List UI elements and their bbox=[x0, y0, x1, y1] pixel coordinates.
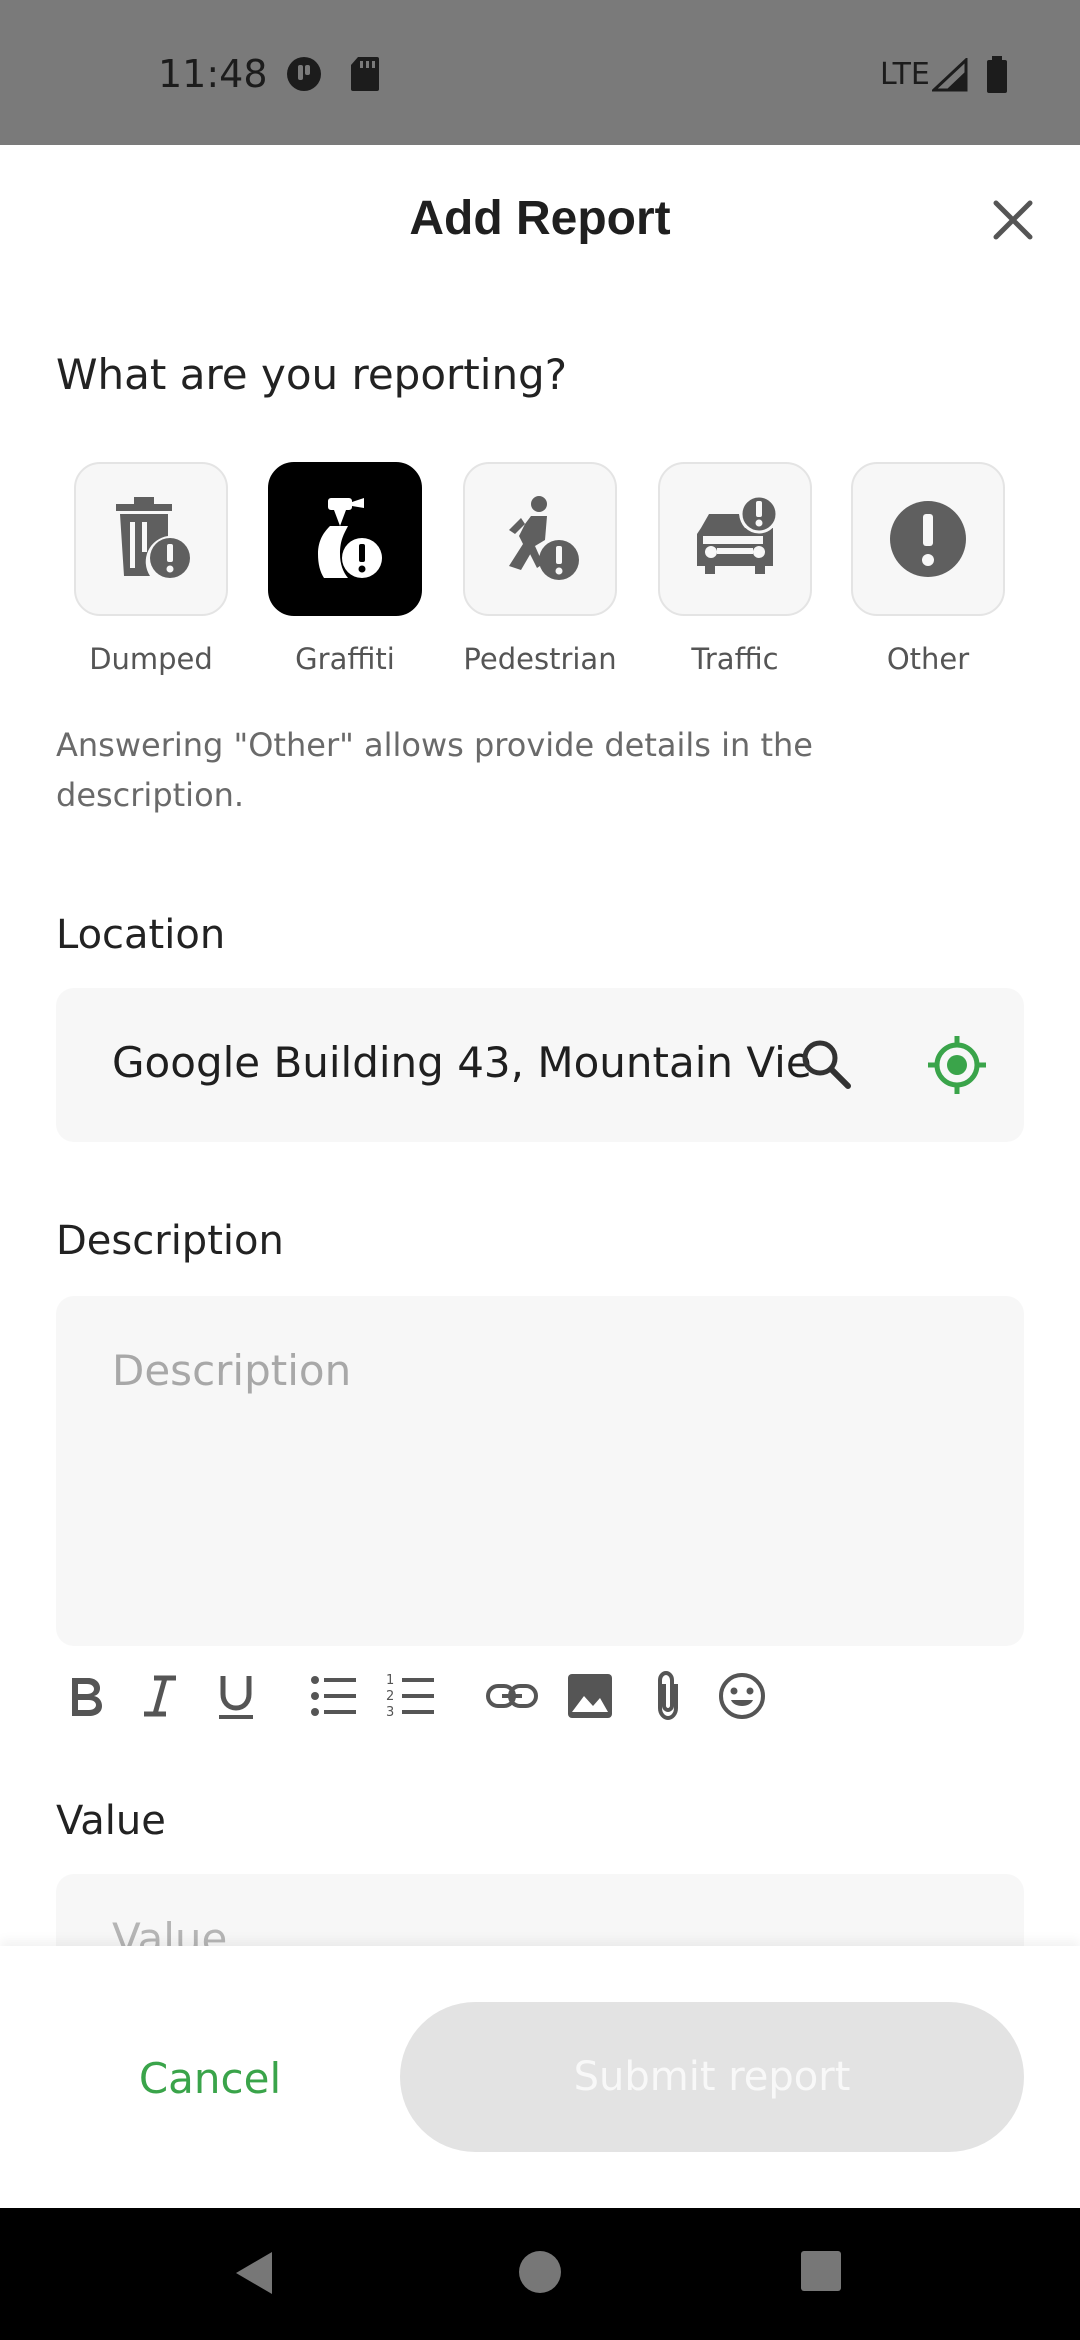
svg-text:1: 1 bbox=[386, 1673, 394, 1688]
underline-icon[interactable] bbox=[208, 1668, 264, 1724]
category-label: Traffic bbox=[691, 642, 779, 676]
battery-icon bbox=[987, 56, 1007, 93]
action-bar: Cancel Submit report bbox=[0, 1946, 1080, 2208]
back-icon[interactable] bbox=[232, 2248, 276, 2298]
link-icon[interactable] bbox=[484, 1668, 540, 1724]
app-notification-icon bbox=[287, 57, 321, 91]
category-traffic[interactable]: Traffic bbox=[658, 462, 812, 676]
svg-text:2: 2 bbox=[386, 1689, 394, 1704]
category-other-tile[interactable] bbox=[851, 462, 1005, 616]
spray-can-alert-icon bbox=[318, 498, 382, 578]
attachment-icon[interactable] bbox=[640, 1668, 696, 1724]
cancel-button[interactable]: Cancel bbox=[100, 2004, 320, 2154]
signal-icon bbox=[932, 58, 968, 92]
status-bar: 11:48 LTE bbox=[0, 0, 1080, 145]
description-label: Description bbox=[56, 1218, 284, 1264]
submit-report-button[interactable]: Submit report bbox=[400, 2002, 1024, 2152]
sd-card-icon bbox=[351, 57, 379, 91]
category-traffic-tile[interactable] bbox=[658, 462, 812, 616]
category-label: Dumped bbox=[89, 642, 213, 676]
my-location-icon[interactable] bbox=[926, 1034, 988, 1096]
location-input[interactable]: Google Building 43, Mountain View bbox=[112, 1038, 812, 1087]
category-other[interactable]: Other bbox=[851, 462, 1005, 676]
pedestrian-alert-icon bbox=[509, 496, 579, 580]
italic-icon[interactable] bbox=[132, 1668, 188, 1724]
numbered-list-icon[interactable]: 1 2 3 bbox=[384, 1668, 440, 1724]
image-icon[interactable] bbox=[562, 1668, 618, 1724]
emoji-icon[interactable] bbox=[714, 1668, 770, 1724]
category-label: Pedestrian bbox=[463, 642, 617, 676]
category-dumped-tile[interactable] bbox=[74, 462, 228, 616]
dialog-header: Add Report bbox=[0, 145, 1080, 305]
search-icon[interactable] bbox=[798, 1036, 854, 1092]
category-graffiti[interactable]: Graffiti bbox=[268, 462, 422, 676]
page-title: Add Report bbox=[409, 192, 671, 245]
close-icon[interactable] bbox=[988, 195, 1038, 245]
category-pedestrian-tile[interactable] bbox=[463, 462, 617, 616]
category-pedestrian[interactable]: Pedestrian bbox=[463, 462, 617, 676]
category-label: Graffiti bbox=[295, 642, 395, 676]
value-label: Value bbox=[56, 1798, 166, 1844]
description-field[interactable]: Description bbox=[56, 1296, 1024, 1646]
report-type-question: What are you reporting? bbox=[56, 350, 568, 399]
description-placeholder: Description bbox=[112, 1346, 352, 1395]
network-type: LTE bbox=[880, 57, 930, 92]
category-label: Other bbox=[886, 642, 970, 676]
location-label: Location bbox=[56, 912, 226, 958]
home-icon[interactable] bbox=[518, 2250, 562, 2294]
recents-icon[interactable] bbox=[800, 2250, 842, 2292]
location-field[interactable]: Google Building 43, Mountain View bbox=[56, 988, 1024, 1142]
category-graffiti-tile[interactable] bbox=[268, 462, 422, 616]
car-alert-icon bbox=[697, 494, 779, 574]
trash-alert-icon bbox=[116, 497, 190, 578]
bold-icon[interactable] bbox=[58, 1668, 114, 1724]
other-hint-text: Answering "Other" allows provide details… bbox=[56, 726, 813, 814]
bulleted-list-icon[interactable] bbox=[306, 1668, 362, 1724]
system-navigation-bar bbox=[0, 2208, 1080, 2340]
svg-text:3: 3 bbox=[386, 1705, 394, 1720]
category-dumped[interactable]: Dumped bbox=[74, 462, 228, 676]
alert-circle-icon bbox=[890, 501, 966, 577]
status-time: 11:48 bbox=[158, 52, 268, 96]
